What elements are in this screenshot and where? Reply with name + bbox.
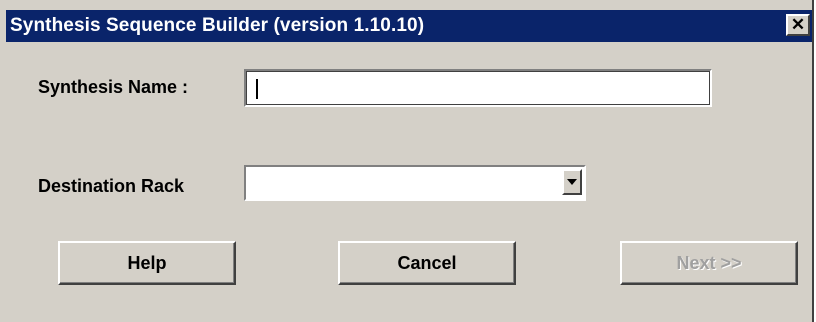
synthesis-name-input[interactable] bbox=[244, 69, 712, 107]
close-icon: ✕ bbox=[790, 15, 806, 34]
destination-rack-dropdown[interactable] bbox=[244, 165, 586, 201]
close-button[interactable]: ✕ bbox=[786, 14, 810, 36]
next-button[interactable]: Next >> bbox=[620, 241, 798, 285]
cancel-button[interactable]: Cancel bbox=[338, 241, 516, 285]
chevron-down-icon bbox=[567, 179, 577, 185]
synthesis-name-label: Synthesis Name : bbox=[38, 77, 189, 97]
text-caret bbox=[256, 79, 258, 99]
help-button[interactable]: Help bbox=[58, 241, 236, 285]
dialog-window: Synthesis Sequence Builder (version 1.10… bbox=[0, 0, 814, 322]
destination-rack-label: Destination Rack bbox=[38, 176, 185, 196]
window-title: Synthesis Sequence Builder (version 1.10… bbox=[10, 15, 425, 36]
title-bar[interactable]: Synthesis Sequence Builder (version 1.10… bbox=[6, 10, 812, 42]
dropdown-arrow-button[interactable] bbox=[562, 169, 582, 195]
